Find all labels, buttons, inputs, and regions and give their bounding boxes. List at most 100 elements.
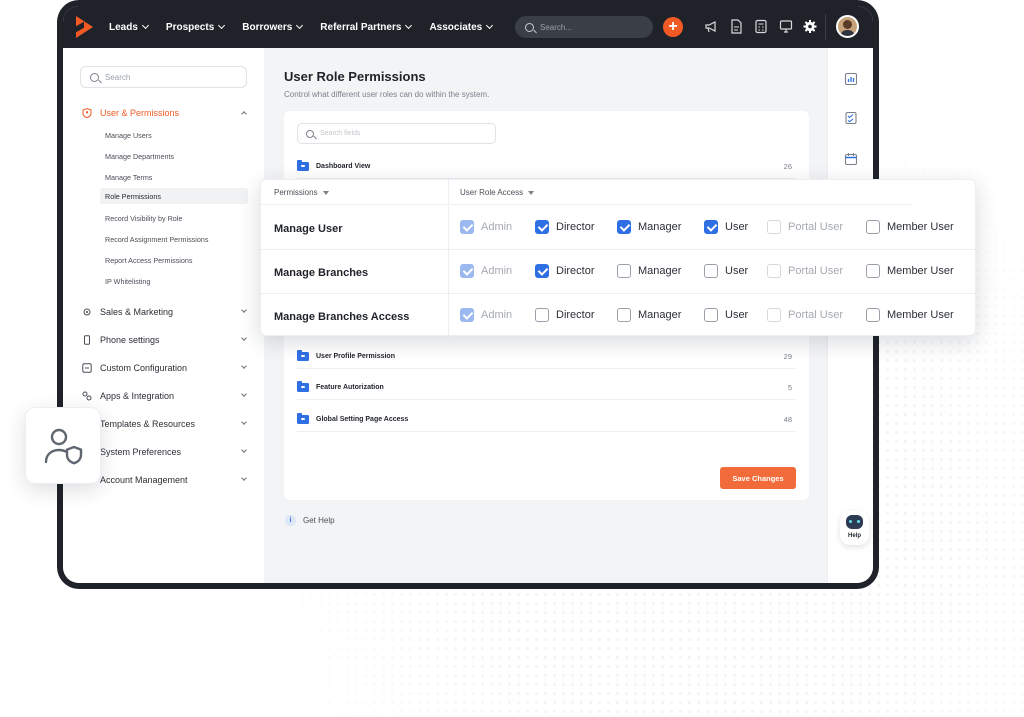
checkbox-user[interactable]: User bbox=[704, 264, 748, 278]
permissions-column-header[interactable]: Permissions bbox=[274, 188, 329, 197]
checkbox-unchecked[interactable] bbox=[866, 308, 880, 322]
chevron-down-icon bbox=[141, 21, 149, 30]
sidebar-item-manage-departments[interactable]: Manage Departments bbox=[100, 148, 248, 164]
sidebar-section-apps-integration[interactable]: Apps & Integration bbox=[82, 387, 250, 405]
permission-row-manage-user: Manage User Admin Director Manager User … bbox=[261, 206, 977, 250]
checkbox-checked-disabled bbox=[460, 308, 474, 322]
checkbox-member-user[interactable]: Member User bbox=[866, 308, 954, 322]
checkbox-checked-disabled bbox=[460, 220, 474, 234]
folder-row[interactable]: Dashboard View 26 bbox=[297, 154, 795, 179]
sidebar-section-system-preferences[interactable]: System Preferences bbox=[82, 443, 250, 461]
page-title: User Role Permissions bbox=[284, 69, 426, 84]
checkbox-unchecked[interactable] bbox=[866, 220, 880, 234]
sidebar-section-account-management[interactable]: Account Management bbox=[82, 471, 250, 489]
calculator-icon[interactable] bbox=[754, 19, 768, 34]
checkbox-unchecked[interactable] bbox=[535, 308, 549, 322]
calendar-icon[interactable] bbox=[844, 152, 858, 166]
checkbox-manager[interactable]: Manager bbox=[617, 220, 681, 234]
settings-sidebar: Search User & Permissions Manage Users M… bbox=[63, 48, 264, 583]
nav-referral-partners[interactable]: Referral Partners bbox=[320, 21, 413, 33]
checkbox-manager[interactable]: Manager bbox=[617, 264, 681, 278]
chevron-down-icon bbox=[241, 363, 247, 369]
nav-borrowers[interactable]: Borrowers bbox=[242, 22, 304, 33]
checkbox-unchecked[interactable] bbox=[617, 308, 631, 322]
sidebar-item-ip-whitelisting[interactable]: IP Whitelisting bbox=[100, 273, 248, 289]
checkbox-member-user[interactable]: Member User bbox=[866, 220, 954, 234]
chevron-down-icon bbox=[218, 21, 226, 30]
checkbox-portal-user: Portal User bbox=[767, 220, 843, 234]
sliders-icon bbox=[82, 363, 92, 373]
document-icon[interactable] bbox=[729, 19, 743, 34]
checkbox-checked[interactable] bbox=[617, 220, 631, 234]
checkbox-checked[interactable] bbox=[704, 220, 718, 234]
global-search-input[interactable]: Search... bbox=[515, 16, 653, 38]
add-button[interactable]: + bbox=[663, 17, 683, 37]
checkbox-manager[interactable]: Manager bbox=[617, 308, 681, 322]
megaphone-icon[interactable] bbox=[704, 19, 718, 34]
checkbox-checked[interactable] bbox=[535, 220, 549, 234]
folder-icon bbox=[297, 380, 309, 392]
robot-icon bbox=[846, 515, 863, 529]
checkbox-user[interactable]: User bbox=[704, 308, 748, 322]
access-column-header[interactable]: User Role Access bbox=[460, 188, 535, 197]
chevron-down-icon bbox=[241, 475, 247, 481]
shield-user-icon bbox=[82, 108, 92, 118]
checklist-icon[interactable] bbox=[844, 111, 858, 125]
checkbox-user[interactable]: User bbox=[704, 220, 748, 234]
folder-row[interactable]: Feature Autorization 5 bbox=[297, 375, 795, 400]
nav-leads[interactable]: Leads bbox=[109, 21, 149, 33]
bar-chart-icon[interactable] bbox=[844, 72, 858, 86]
sidebar-section-user-permissions[interactable]: User & Permissions bbox=[82, 104, 250, 122]
info-icon: i bbox=[285, 515, 296, 526]
fields-search-input[interactable]: Search fields bbox=[297, 123, 496, 144]
user-avatar[interactable] bbox=[836, 15, 859, 38]
sidebar-search-input[interactable]: Search bbox=[80, 66, 247, 88]
sort-caret-icon bbox=[528, 190, 535, 195]
chevron-up-icon bbox=[241, 111, 247, 117]
checkbox-portal-user: Portal User bbox=[767, 308, 843, 322]
folder-row[interactable]: User Profile Permission 29 bbox=[297, 344, 795, 369]
checkbox-director[interactable]: Director bbox=[535, 264, 595, 278]
checkbox-director[interactable]: Director bbox=[535, 220, 595, 234]
nav-associates[interactable]: Associates bbox=[429, 22, 494, 33]
sidebar-section-phone-settings[interactable]: Phone settings bbox=[82, 331, 250, 349]
user-shield-icon bbox=[44, 428, 83, 465]
column-divider bbox=[448, 294, 449, 338]
checkbox-director[interactable]: Director bbox=[535, 308, 595, 322]
nav-prospects[interactable]: Prospects bbox=[166, 21, 226, 33]
search-icon bbox=[90, 72, 99, 82]
page-subtitle: Control what different user roles can do… bbox=[284, 90, 490, 99]
column-divider bbox=[448, 206, 449, 250]
sidebar-item-manage-users[interactable]: Manage Users bbox=[100, 127, 248, 143]
help-bot-button[interactable]: Help bbox=[840, 511, 869, 545]
get-help-link[interactable]: i Get Help bbox=[285, 515, 335, 526]
sidebar-section-sales-marketing[interactable]: Sales & Marketing bbox=[82, 303, 250, 321]
folder-row[interactable]: Global Setting Page Access 48 bbox=[297, 407, 795, 432]
integration-icon bbox=[82, 391, 92, 401]
checkbox-checked-disabled bbox=[460, 264, 474, 278]
checkbox-unchecked[interactable] bbox=[704, 264, 718, 278]
save-changes-button[interactable]: Save Changes bbox=[720, 467, 796, 489]
checkbox-admin: Admin bbox=[460, 220, 512, 234]
search-icon bbox=[525, 22, 534, 32]
sidebar-section-custom-configuration[interactable]: Custom Configuration bbox=[82, 359, 250, 377]
chevron-down-icon bbox=[241, 335, 247, 341]
folder-icon bbox=[297, 159, 309, 171]
checkbox-unchecked[interactable] bbox=[704, 308, 718, 322]
checkbox-member-user[interactable]: Member User bbox=[866, 264, 954, 278]
folder-icon bbox=[297, 412, 309, 424]
gear-icon[interactable] bbox=[803, 19, 817, 34]
sidebar-section-templates-resources[interactable]: Templates & Resources bbox=[82, 415, 250, 433]
checkbox-unchecked[interactable] bbox=[617, 264, 631, 278]
sidebar-item-report-access[interactable]: Report Access Permissions bbox=[100, 252, 248, 268]
sidebar-item-manage-terms[interactable]: Manage Terms bbox=[100, 169, 248, 185]
checkbox-checked[interactable] bbox=[535, 264, 549, 278]
sidebar-item-record-visibility[interactable]: Record Visibility by Role bbox=[100, 210, 248, 226]
user-shield-badge bbox=[25, 407, 101, 484]
chevron-down-icon bbox=[405, 21, 413, 30]
monitor-icon[interactable] bbox=[779, 19, 793, 34]
sidebar-item-role-permissions[interactable]: Role Permissions bbox=[100, 188, 248, 204]
checkbox-unchecked[interactable] bbox=[866, 264, 880, 278]
sidebar-item-record-assignment[interactable]: Record Assignment Permissions bbox=[100, 231, 248, 247]
brand-logo-icon[interactable] bbox=[76, 16, 93, 38]
